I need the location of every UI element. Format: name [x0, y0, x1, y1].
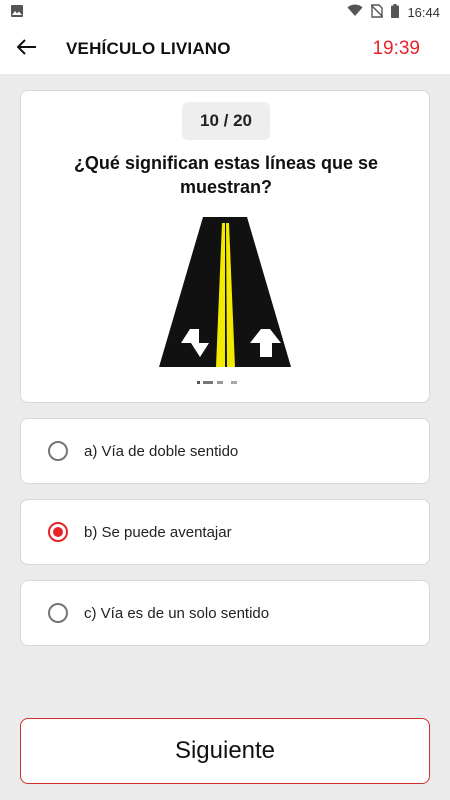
option-label: a) Vía de doble sentido	[84, 442, 239, 460]
radio-button-c[interactable]	[48, 603, 68, 623]
no-sim-icon	[370, 3, 384, 21]
option-b[interactable]: b) Se puede aventajar	[20, 499, 430, 565]
arrow-left-icon	[16, 38, 37, 60]
status-time: 16:44	[407, 4, 440, 20]
radio-button-b[interactable]	[48, 522, 68, 542]
option-a[interactable]: a) Vía de doble sentido	[20, 418, 430, 484]
battery-icon	[391, 3, 400, 21]
back-button[interactable]	[0, 24, 54, 74]
question-text: ¿Qué significan estas líneas que se mues…	[73, 153, 379, 197]
wifi-icon	[347, 4, 363, 20]
question-counter: 10 / 20	[182, 102, 270, 140]
radio-button-a[interactable]	[48, 441, 68, 461]
app-bar: VEHÍCULO LIVIANO 19:39	[0, 24, 450, 74]
image-notification-icon	[10, 4, 24, 21]
option-label: c) Vía es de un solo sentido	[84, 604, 270, 622]
option-label: b) Se puede aventajar	[84, 523, 232, 541]
road-lines-image	[139, 205, 311, 385]
option-c[interactable]: c) Vía es de un solo sentido	[20, 580, 430, 646]
status-bar: 16:44	[0, 0, 450, 24]
page-title: VEHÍCULO LIVIANO	[66, 39, 231, 58]
countdown-timer: 19:39	[372, 38, 420, 59]
question-card: 10 / 20 ¿Qué significan estas líneas que…	[20, 90, 430, 403]
next-button[interactable]: Siguiente	[20, 718, 430, 784]
